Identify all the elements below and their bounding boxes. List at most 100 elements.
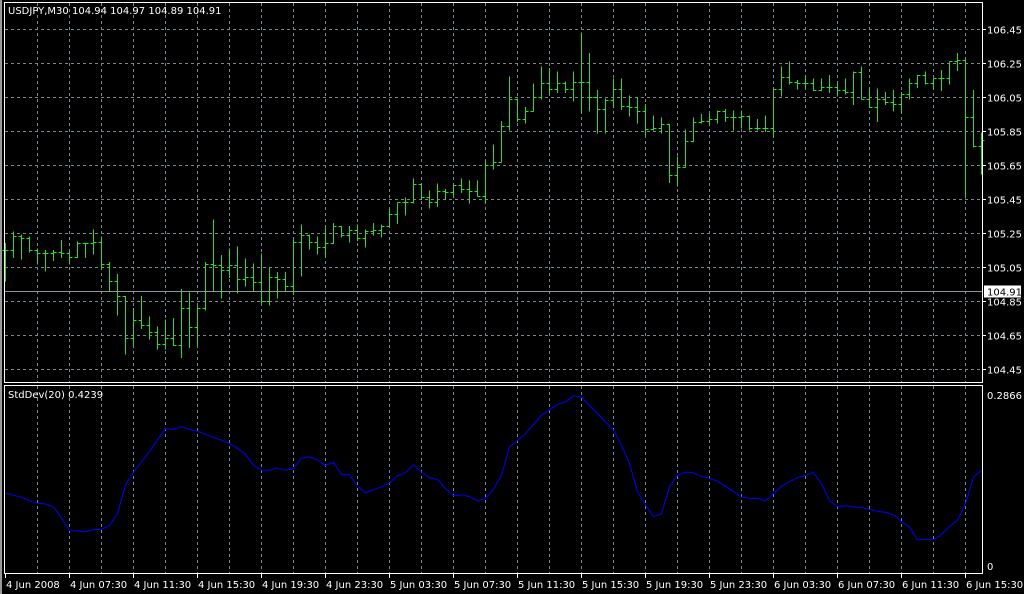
time-axis: 4 Jun 2008 4 Jun 07:30 4 Jun 11:30 4 Jun 15… xyxy=(5,574,1023,591)
ohlc-bar xyxy=(506,76,513,131)
time-tick-label: 6 Jun 03:30 xyxy=(774,580,831,591)
price-tick-label: 105.85 xyxy=(987,128,1022,139)
ohlc-bar xyxy=(690,117,697,143)
ohlc-bar xyxy=(666,124,673,183)
ohlc-bar xyxy=(642,103,649,136)
ohlc-bar xyxy=(98,236,105,270)
ohlc-bar xyxy=(802,74,809,88)
ohlc-bar xyxy=(698,114,705,124)
ohlc-bar xyxy=(474,180,481,197)
time-tick-label: 4 Jun 23:30 xyxy=(326,580,383,591)
time-tick-label: 4 Jun 15:30 xyxy=(198,580,255,591)
ohlc-bar xyxy=(674,156,681,187)
price-tick-label: 105.05 xyxy=(987,264,1022,275)
indicator-tick-label: 0 xyxy=(987,562,993,573)
price-tick-label: 104.45 xyxy=(987,366,1022,377)
ohlc-bar xyxy=(130,307,137,347)
ohlc-bar xyxy=(10,231,17,258)
ohlc-bar xyxy=(938,69,945,92)
ohlc-bar xyxy=(818,78,825,92)
ohlc-bar xyxy=(226,248,233,279)
price-tick-label: 104.65 xyxy=(987,332,1022,343)
stddev-points xyxy=(5,395,982,540)
ohlc-bar xyxy=(26,236,33,253)
ohlc-bar xyxy=(626,95,633,117)
price-tick-label: 106.45 xyxy=(987,26,1022,37)
ohlc-bar xyxy=(794,80,801,90)
indicator-tick-label: 0.2866 xyxy=(987,391,1022,402)
ohlc-bar xyxy=(74,241,81,258)
price-tick-label: 105.25 xyxy=(987,230,1022,241)
ohlc-bar xyxy=(786,61,793,85)
ohlc-bar xyxy=(722,108,729,122)
ohlc-bar xyxy=(490,144,497,170)
ohlc-bar xyxy=(274,272,281,299)
ohlc-bar xyxy=(298,224,305,277)
ohlc-bar xyxy=(338,226,345,238)
ohlc-readout: 104.94 104.97 104.89 104.91 xyxy=(72,6,222,17)
ohlc-bar xyxy=(482,161,489,204)
ohlc-bar xyxy=(602,98,609,134)
ohlc-bar xyxy=(890,90,897,112)
ohlc-bar xyxy=(282,272,289,292)
stddev-line xyxy=(5,395,982,541)
ohlc-bar xyxy=(394,202,401,224)
ohlc-bar xyxy=(650,115,657,131)
ohlc-bar xyxy=(498,120,505,163)
ohlc-bar xyxy=(442,188,449,200)
ohlc-bar xyxy=(138,295,145,330)
ohlc-bar xyxy=(42,250,49,272)
ohlc-bar xyxy=(154,326,161,350)
time-tick-label: 5 Jun 23:30 xyxy=(710,580,767,591)
ohlc-bar xyxy=(306,234,313,250)
ohlc-bar xyxy=(834,83,841,97)
ohlc-bar xyxy=(906,78,913,100)
time-tick-label: 4 Jun 2008 xyxy=(6,580,60,591)
time-tick-label: 6 Jun 15:30 xyxy=(966,580,1023,591)
ohlc-bar xyxy=(178,289,185,359)
ohlc-bar xyxy=(242,258,249,287)
price-tick-label: 104.85 xyxy=(987,298,1022,309)
ohlc-bar xyxy=(610,78,617,109)
ohlc-bar xyxy=(762,115,769,132)
ohlc-bar xyxy=(970,90,977,148)
trading-chart[interactable]: 106.45 106.25 106.05 105.85 105.65 105.45 105.… xyxy=(0,0,1024,594)
ohlc-bar xyxy=(570,71,577,102)
ohlc-bar xyxy=(34,248,41,265)
ohlc-bar xyxy=(322,227,329,258)
ohlc-bar xyxy=(898,91,905,114)
ohlc-bar xyxy=(770,88,777,138)
ohlc-bar xyxy=(522,107,529,124)
ohlc-bar xyxy=(594,90,601,134)
ohlc-bar xyxy=(778,66,785,97)
ohlc-bar xyxy=(234,246,241,294)
price-axis: 106.45 106.25 106.05 105.85 105.65 105.45 105.… xyxy=(983,26,1022,377)
time-tick-label: 4 Jun 11:30 xyxy=(134,580,191,591)
ohlc-bar xyxy=(714,110,721,124)
time-tick-label: 4 Jun 19:30 xyxy=(262,580,319,591)
ohlc-bar xyxy=(170,318,177,347)
ohlc-bar xyxy=(738,110,745,129)
ohlc-bar xyxy=(634,97,641,124)
ohlc-bar xyxy=(530,83,537,112)
ohlc-bar xyxy=(314,236,321,255)
ohlc-bar xyxy=(730,110,737,131)
time-tick-label: 5 Jun 07:30 xyxy=(454,580,511,591)
symbol-timeframe: USDJPY,M30 xyxy=(8,6,69,17)
ohlc-bar xyxy=(962,59,969,199)
ohlc-bar xyxy=(354,224,361,241)
ohlc-bar xyxy=(106,261,113,292)
ohlc-bar xyxy=(210,219,217,292)
time-tick-label: 6 Jun 11:30 xyxy=(902,580,959,591)
ohlc-bar xyxy=(682,129,689,168)
ohlc-bar xyxy=(554,71,561,93)
ohlc-bar xyxy=(514,98,521,122)
indicator-label: StdDev(20) 0.4239 xyxy=(8,390,103,401)
ohlc-bar xyxy=(618,78,625,110)
ohlc-bar xyxy=(66,251,73,265)
ohlc-bar xyxy=(930,78,937,90)
ohlc-bar xyxy=(2,243,9,282)
time-tick-label: 6 Jun 07:30 xyxy=(838,580,895,591)
ohlc-bar xyxy=(538,66,545,100)
ohlc-bar xyxy=(362,229,369,248)
